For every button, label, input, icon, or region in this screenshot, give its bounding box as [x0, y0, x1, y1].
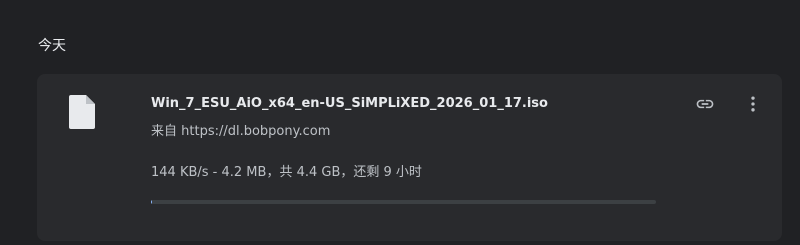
copy-link-button[interactable]	[689, 88, 721, 120]
download-source-url: 来自 https://dl.bobpony.com	[151, 124, 331, 139]
download-status-text: 144 KB/s - 4.2 MB，共 4.4 GB，还剩 9 小时	[151, 165, 422, 180]
more-vert-icon	[751, 96, 755, 112]
download-progress-bar	[151, 200, 656, 204]
download-item-card: Win_7_ESU_AiO_x64_en-US_SiMPLiXED_2026_0…	[37, 74, 782, 241]
file-icon-graphic	[69, 95, 95, 129]
download-filename-link[interactable]: Win_7_ESU_AiO_x64_en-US_SiMPLiXED_2026_0…	[151, 95, 548, 113]
downloads-page: 今天 Win_7_ESU_AiO_x64_en-US_SiMPLiXED_202…	[0, 0, 800, 245]
file-icon	[69, 95, 95, 129]
download-progress-fill	[151, 200, 152, 204]
date-section-title: 今天	[38, 38, 66, 54]
link-icon	[696, 99, 714, 109]
more-actions-button[interactable]	[737, 88, 769, 120]
